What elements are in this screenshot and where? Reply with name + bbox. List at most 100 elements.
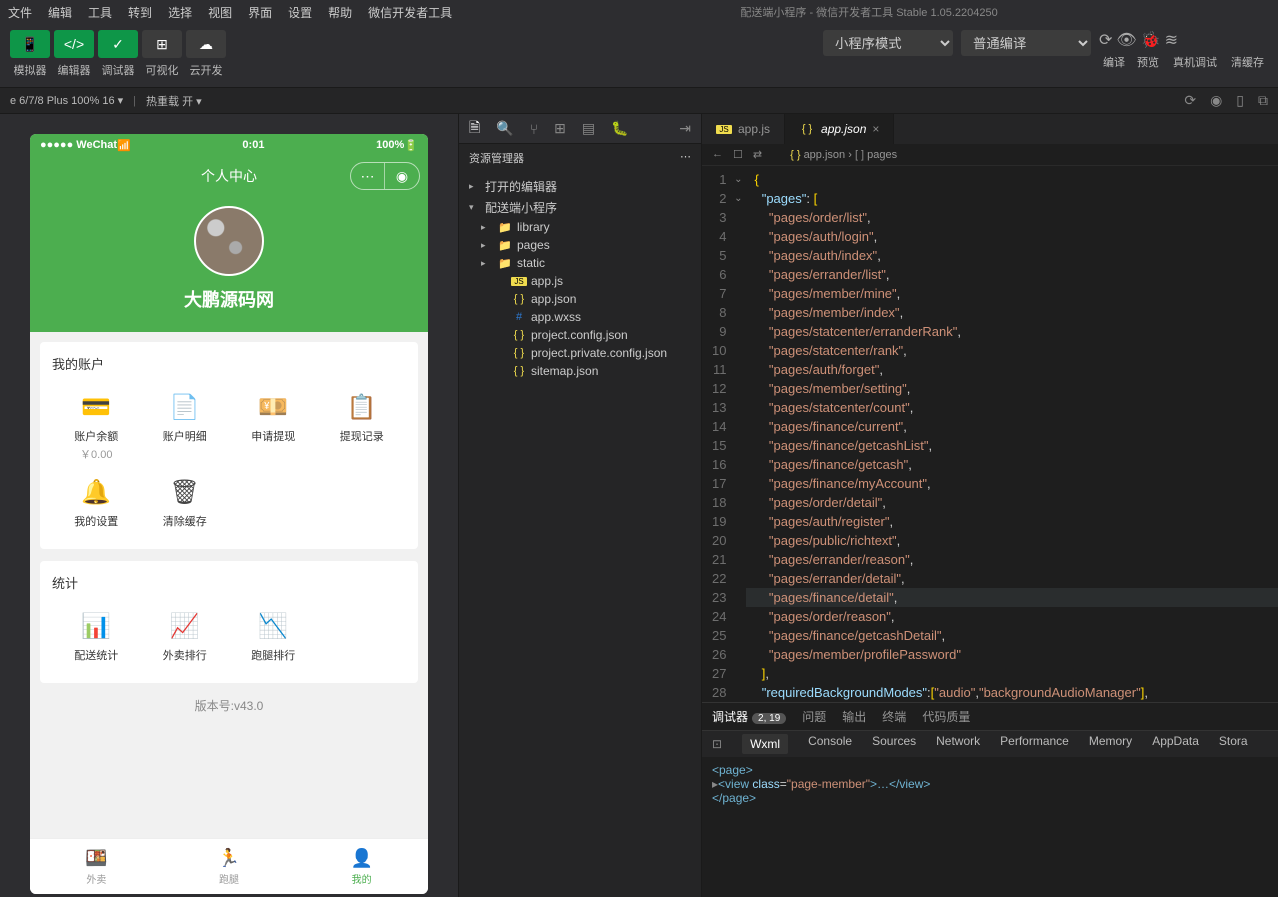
code-line-17[interactable]: "pages/finance/myAccount",: [746, 474, 1278, 493]
capsule[interactable]: ⋯◉: [350, 162, 420, 190]
tab-errand[interactable]: 🏃跑腿: [163, 839, 296, 894]
ext1-icon[interactable]: ⊞: [554, 120, 566, 137]
grid-withdraw-record[interactable]: 📋提现记录: [318, 385, 407, 470]
device-select[interactable]: e 6/7/8 Plus 100% 16 ▾: [10, 94, 123, 107]
tree-file-project.private.config.json[interactable]: { }project.private.config.json: [459, 344, 701, 362]
grid-delivery-stats[interactable]: 📊配送统计: [52, 604, 141, 671]
files-icon[interactable]: 🗎: [469, 117, 480, 141]
subtab-Memory[interactable]: Memory: [1089, 734, 1132, 754]
tree-file-app.json[interactable]: { }app.json: [459, 290, 701, 308]
bc-back-icon[interactable]: ←: [712, 148, 723, 161]
editor-button[interactable]: </>: [54, 30, 94, 58]
detach-icon[interactable]: ⧉: [1258, 92, 1268, 109]
tree-folder-static[interactable]: ▸📁static: [459, 254, 701, 272]
tree-folder-pages[interactable]: ▸📁pages: [459, 236, 701, 254]
tab-app-json[interactable]: { }app.json×: [785, 114, 894, 144]
code-line-18[interactable]: "pages/order/detail",: [746, 493, 1278, 512]
grid-detail[interactable]: 📄账户明细: [141, 385, 230, 470]
preview-icon[interactable]: 👁: [1116, 30, 1136, 50]
subtab-Sources[interactable]: Sources: [872, 734, 916, 754]
menu-界面[interactable]: 界面: [240, 4, 280, 21]
panel-tab-terminal[interactable]: 终端: [882, 708, 906, 725]
grid-withdraw[interactable]: 💴申请提现: [229, 385, 318, 470]
subtab-Network[interactable]: Network: [936, 734, 980, 754]
tab-takeout[interactable]: 🍱外卖: [30, 839, 163, 894]
compile-select[interactable]: 普通编译: [961, 30, 1091, 56]
code-line-22[interactable]: "pages/errander/detail",: [746, 569, 1278, 588]
code-line-13[interactable]: "pages/statcenter/count",: [746, 398, 1278, 417]
grid-settings[interactable]: 🔔我的设置: [52, 470, 141, 537]
menu-帮助[interactable]: 帮助: [320, 4, 360, 21]
bug-icon[interactable]: 🐛: [611, 120, 628, 137]
panel-tab-codequality[interactable]: 代码质量: [922, 708, 970, 725]
wxml-body[interactable]: <page> ▸<view class="page-member">…</vie…: [702, 757, 1278, 897]
code-line-15[interactable]: "pages/finance/getcashList",: [746, 436, 1278, 455]
code-line-11[interactable]: "pages/auth/forget",: [746, 360, 1278, 379]
close-icon[interactable]: ×: [872, 122, 879, 136]
code-line-20[interactable]: "pages/public/richtext",: [746, 531, 1278, 550]
collapse-icon[interactable]: ⇥: [679, 120, 691, 137]
code-line-1[interactable]: {: [746, 170, 1278, 189]
tab-app-js[interactable]: JSapp.js: [702, 114, 785, 144]
grid-takeout-rank[interactable]: 📈外卖排行: [141, 604, 230, 671]
tree-file-sitemap.json[interactable]: { }sitemap.json: [459, 362, 701, 380]
code-line-28[interactable]: "requiredBackgroundModes":["audio","back…: [746, 683, 1278, 702]
bc-compare-icon[interactable]: ⇄: [753, 148, 762, 161]
avatar[interactable]: [194, 206, 264, 276]
menu-文件[interactable]: 文件: [0, 4, 40, 21]
remote-debug-icon[interactable]: 🐞: [1141, 30, 1161, 50]
ext2-icon[interactable]: ▤: [582, 120, 595, 137]
more-icon[interactable]: ⋯: [680, 150, 691, 166]
compile-icon[interactable]: ⟳: [1099, 30, 1112, 50]
tree-file-project.config.json[interactable]: { }project.config.json: [459, 326, 701, 344]
code-line-16[interactable]: "pages/finance/getcash",: [746, 455, 1278, 474]
menu-微信开发者工具[interactable]: 微信开发者工具: [360, 4, 460, 21]
tree-open-editors[interactable]: ▸打开的编辑器: [459, 176, 701, 197]
panel-tab-debugger[interactable]: 调试器2, 19: [712, 708, 786, 725]
code-line-24[interactable]: "pages/order/reason",: [746, 607, 1278, 626]
clear-cache-icon[interactable]: ≋: [1165, 30, 1178, 50]
grid-errand-rank[interactable]: 📉跑腿排行: [229, 604, 318, 671]
code-line-7[interactable]: "pages/member/mine",: [746, 284, 1278, 303]
tree-file-app.js[interactable]: JSapp.js: [459, 272, 701, 290]
tree-folder-library[interactable]: ▸📁library: [459, 218, 701, 236]
branch-icon[interactable]: ⑂: [530, 121, 538, 137]
hotreload-select[interactable]: 热重载 开 ▾: [146, 93, 202, 109]
code-line-10[interactable]: "pages/statcenter/rank",: [746, 341, 1278, 360]
tree-file-app.wxss[interactable]: #app.wxss: [459, 308, 701, 326]
code-line-21[interactable]: "pages/errander/reason",: [746, 550, 1278, 569]
code-line-23[interactable]: "pages/finance/detail",: [746, 588, 1278, 607]
tab-mine[interactable]: 👤我的: [295, 839, 428, 894]
code-line-12[interactable]: "pages/member/setting",: [746, 379, 1278, 398]
code-line-9[interactable]: "pages/statcenter/erranderRank",: [746, 322, 1278, 341]
menu-编辑[interactable]: 编辑: [40, 4, 80, 21]
subtab-Stora[interactable]: Stora: [1219, 734, 1248, 754]
mode-select[interactable]: 小程序模式: [823, 30, 953, 56]
code-line-6[interactable]: "pages/errander/list",: [746, 265, 1278, 284]
target-icon[interactable]: ◉: [385, 163, 419, 189]
code-line-27[interactable]: ],: [746, 664, 1278, 683]
grid-clearcache[interactable]: 🗑清除缓存: [141, 470, 230, 537]
record-icon[interactable]: ◉: [1210, 92, 1222, 109]
subtab-Console[interactable]: Console: [808, 734, 852, 754]
inspect-icon[interactable]: ⊡: [712, 737, 722, 751]
menu-设置[interactable]: 设置: [280, 4, 320, 21]
panel-tab-output[interactable]: 输出: [842, 708, 866, 725]
visual-button[interactable]: ⊞: [142, 30, 182, 58]
grid-balance[interactable]: 💳账户余额￥0.00: [52, 385, 141, 470]
refresh-icon[interactable]: ⟳: [1184, 92, 1196, 109]
code-line-3[interactable]: "pages/order/list",: [746, 208, 1278, 227]
code-line-5[interactable]: "pages/auth/index",: [746, 246, 1278, 265]
debugger-button[interactable]: ✓: [98, 30, 138, 58]
menu-选择[interactable]: 选择: [160, 4, 200, 21]
menu-视图[interactable]: 视图: [200, 4, 240, 21]
cloud-button[interactable]: ☁: [186, 30, 226, 58]
search-icon[interactable]: 🔍: [496, 120, 513, 137]
subtab-AppData[interactable]: AppData: [1152, 734, 1199, 754]
code-line-26[interactable]: "pages/member/profilePassword": [746, 645, 1278, 664]
menu-转到[interactable]: 转到: [120, 4, 160, 21]
code-line-8[interactable]: "pages/member/index",: [746, 303, 1278, 322]
panel-tab-problems[interactable]: 问题: [802, 708, 826, 725]
device-icon[interactable]: ▯: [1236, 92, 1244, 109]
menu-dots-icon[interactable]: ⋯: [351, 163, 385, 189]
